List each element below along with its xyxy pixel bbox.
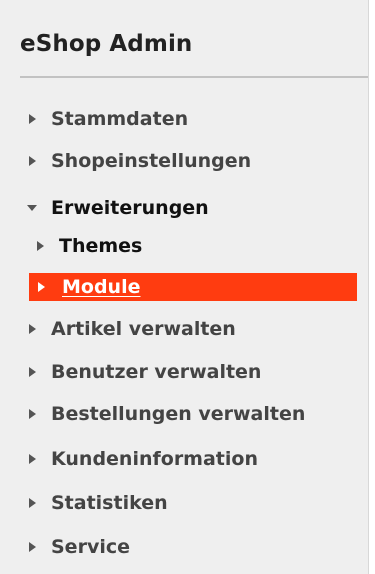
nav-item-artikel-verwalten[interactable]: Artikel verwalten [26, 315, 236, 343]
nav-item-label: Bestellungen verwalten [51, 403, 306, 425]
admin-sidebar: eShop Admin Stammdaten Shopeinstellungen… [0, 0, 369, 574]
triangle-right-icon [26, 365, 40, 379]
nav-item-label: Benutzer verwalten [51, 361, 262, 383]
app-title: eShop Admin [20, 31, 193, 57]
nav-item-label: Artikel verwalten [51, 318, 236, 340]
triangle-right-icon [26, 496, 40, 510]
triangle-right-icon [26, 407, 40, 421]
nav-item-kundeninformation[interactable]: Kundeninformation [26, 445, 258, 473]
nav-subitem-module[interactable]: Module [29, 273, 357, 301]
nav-item-label: Erweiterungen [51, 197, 209, 219]
title-divider [20, 76, 368, 78]
nav-item-bestellungen-verwalten[interactable]: Bestellungen verwalten [26, 400, 305, 428]
nav-subitem-label: Themes [59, 235, 143, 257]
nav-item-label: Service [51, 536, 130, 558]
nav-item-benutzer-verwalten[interactable]: Benutzer verwalten [26, 358, 261, 386]
triangle-right-icon [26, 322, 40, 336]
nav-item-shopeinstellungen[interactable]: Shopeinstellungen [26, 147, 251, 175]
nav-item-label: Stammdaten [51, 108, 189, 130]
nav-item-label: Statistiken [51, 492, 168, 514]
triangle-right-icon [26, 540, 40, 554]
nav-item-service[interactable]: Service [26, 533, 130, 561]
nav-item-statistiken[interactable]: Statistiken [26, 489, 168, 517]
nav-item-label: Kundeninformation [51, 448, 258, 470]
triangle-right-icon [34, 239, 48, 253]
nav-subitem-themes[interactable]: Themes [34, 232, 142, 260]
triangle-right-icon [26, 452, 40, 466]
nav-item-stammdaten[interactable]: Stammdaten [26, 105, 188, 133]
triangle-right-icon [26, 154, 40, 168]
nav-item-erweiterungen[interactable]: Erweiterungen [26, 194, 209, 222]
triangle-right-icon [26, 112, 40, 126]
triangle-right-icon [35, 280, 49, 294]
nav-item-label: Shopeinstellungen [51, 150, 252, 172]
nav-subitem-label: Module [62, 276, 141, 298]
triangle-down-icon [26, 201, 40, 215]
